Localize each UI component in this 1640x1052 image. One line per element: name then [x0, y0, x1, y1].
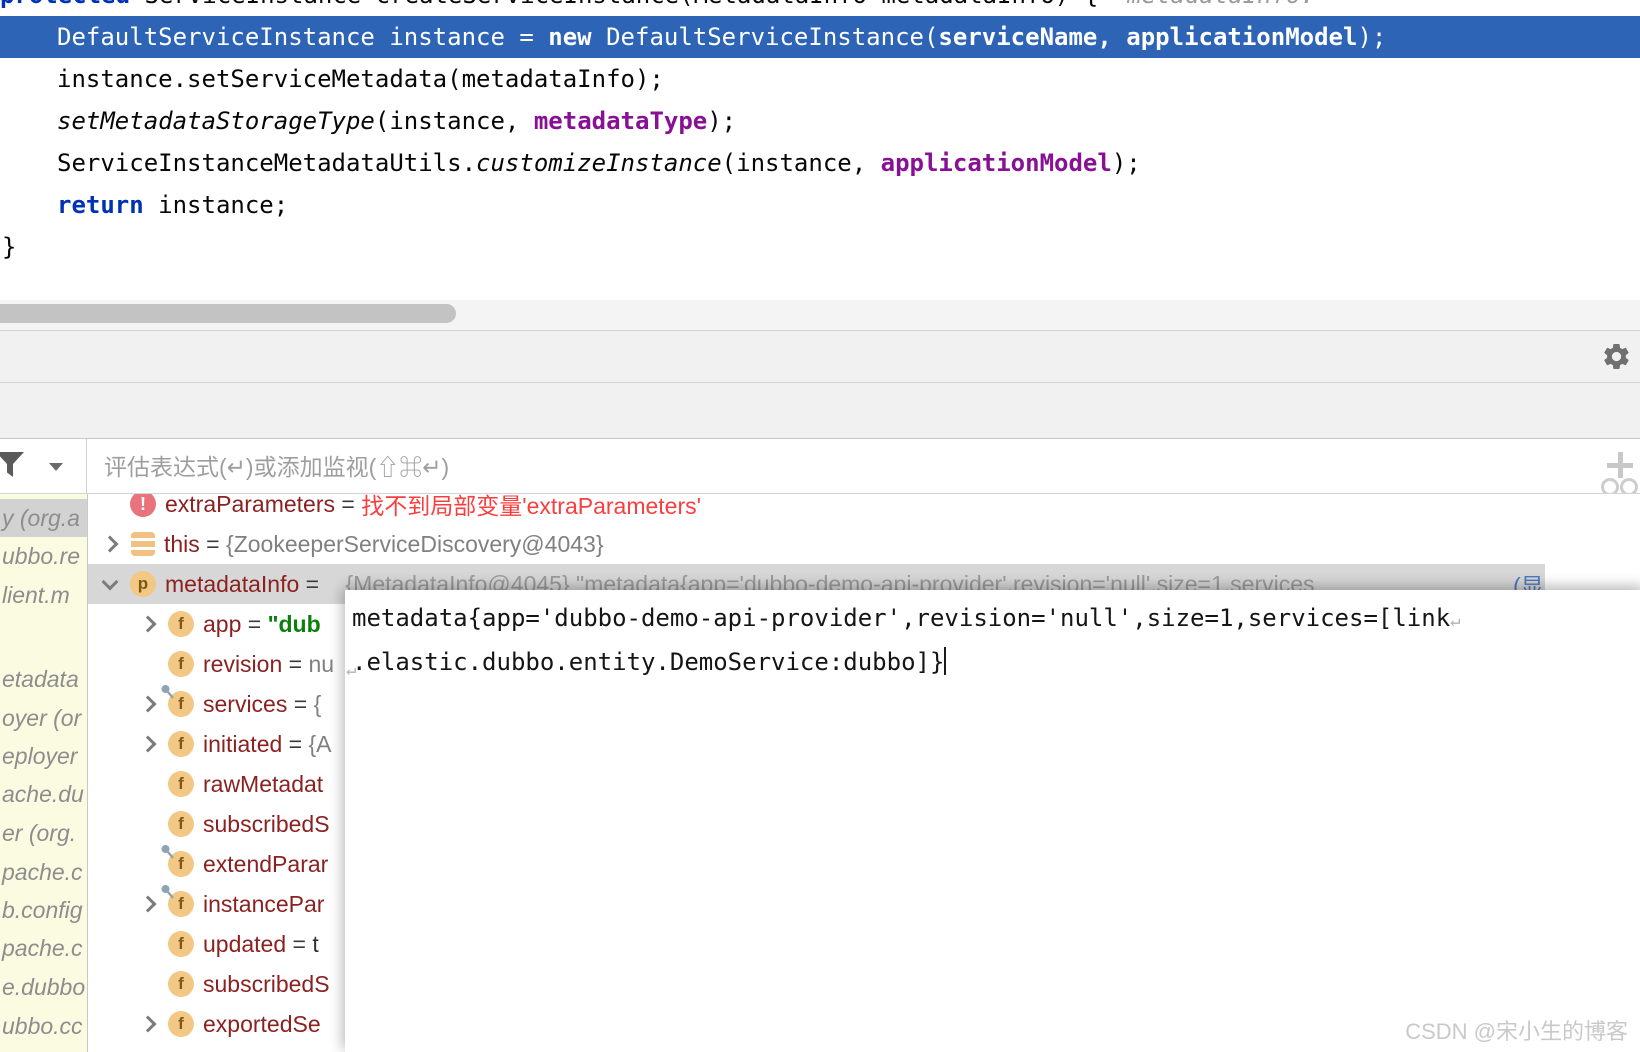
- debugger-toolbar: [0, 331, 1640, 383]
- code-editor[interactable]: protected ServiceInstance createServiceI…: [0, 0, 1640, 300]
- chevron-right-icon[interactable]: [136, 1012, 160, 1036]
- variable-value: nu: [308, 651, 334, 678]
- this-object-icon: [131, 532, 155, 556]
- variable-value: {A: [309, 731, 332, 758]
- field-icon-pinned: f: [168, 891, 194, 917]
- chevron-right-icon[interactable]: [136, 692, 160, 716]
- chevron-placeholder: [136, 772, 160, 796]
- divider: [86, 439, 87, 493]
- soft-wrap-icon: ↵: [1450, 611, 1460, 631]
- chevron-right-icon[interactable]: [136, 732, 160, 756]
- code-line: ServiceInstanceMetadataUtils.customizeIn…: [0, 142, 1640, 184]
- frame-item[interactable]: oyer (or: [2, 704, 81, 732]
- code-line: setMetadataStorageType(instance, metadat…: [0, 100, 1640, 142]
- code-line: instance.setServiceMetadata(metadataInfo…: [0, 58, 1640, 100]
- field-icon: f: [168, 611, 194, 637]
- tree-row-this[interactable]: this = {ZookeeperServiceDiscovery@4043}: [88, 524, 1640, 564]
- popup-text-line: metadata{app='dubbo-demo-api-provider',r…: [352, 598, 1640, 642]
- variable-value: 找不到局部变量'extraParameters': [361, 494, 701, 521]
- inline-parameter-hint: metadataInfo:: [1127, 0, 1315, 9]
- popup-text-line: .elastic.dubbo.entity.DemoService:dubbo]…: [352, 642, 1640, 683]
- chevron-placeholder: [136, 972, 160, 996]
- chevron-placeholder: [136, 812, 160, 836]
- frame-item[interactable]: ubbo.re: [2, 542, 80, 570]
- frames-panel: y (org.a ubbo.re lient.m etadata oyer (o…: [0, 494, 88, 1052]
- frame-item[interactable]: ubbo.cc: [2, 1012, 83, 1040]
- value-editor-popup[interactable]: ↵ metadata{app='dubbo-demo-api-provider'…: [345, 590, 1640, 1052]
- settings-gear-icon[interactable]: [1601, 341, 1632, 372]
- add-watch-plus-icon[interactable]: [1607, 452, 1633, 478]
- pin-icon: [160, 684, 175, 699]
- property-icon: p: [130, 571, 156, 597]
- frame-item[interactable]: pache.c: [2, 858, 83, 886]
- frame-item[interactable]: lient.m: [2, 581, 70, 609]
- field-icon: f: [168, 771, 194, 797]
- filter-icon[interactable]: [0, 450, 26, 480]
- chevron-right-icon[interactable]: [136, 892, 160, 916]
- pin-icon: [160, 844, 175, 859]
- frame-item[interactable]: b.config: [2, 896, 83, 924]
- field-icon: f: [168, 971, 194, 997]
- execution-line-highlight: DefaultServiceInstance instance = new De…: [0, 16, 1640, 58]
- frame-item[interactable]: eployer: [2, 742, 77, 770]
- text-cursor: [944, 647, 946, 675]
- evaluate-expression-input[interactable]: 评估表达式(↵)或添加监视(⇧⌘↵): [104, 439, 449, 493]
- chevron-placeholder: [136, 852, 160, 876]
- field-icon-pinned: f: [168, 691, 194, 717]
- error-icon: !: [130, 494, 156, 517]
- code-line-signature: protected ServiceInstance createServiceI…: [0, 0, 1640, 16]
- frame-item[interactable]: y (org.a: [2, 504, 80, 532]
- debugger-toolbar-secondary: [0, 383, 1640, 439]
- horizontal-scrollbar[interactable]: [0, 300, 1640, 331]
- watermark: CSDN @宋小生的博客: [1405, 1014, 1628, 1046]
- frame-item[interactable]: er (org.: [2, 819, 76, 847]
- tree-row-extraParameters[interactable]: ! extraParameters = 找不到局部变量'extraParamet…: [88, 494, 1640, 524]
- field-icon-pinned: f: [168, 851, 194, 877]
- frame-item[interactable]: ache.du: [2, 780, 84, 808]
- variable-value: {: [314, 691, 322, 718]
- watches-glasses-icon[interactable]: [1601, 478, 1640, 494]
- chevron-down-icon[interactable]: [49, 463, 63, 471]
- field-icon: f: [168, 731, 194, 757]
- scrollbar-thumb[interactable]: [0, 304, 456, 323]
- field-icon: f: [168, 931, 194, 957]
- variable-value: "dub: [268, 611, 321, 638]
- chevron-down-icon[interactable]: [98, 572, 122, 596]
- variable-value: {ZookeeperServiceDiscovery@4043}: [226, 531, 604, 558]
- pin-icon: [160, 884, 175, 899]
- code-line: }: [0, 226, 1640, 268]
- chevron-placeholder: [98, 494, 122, 516]
- chevron-placeholder: [136, 932, 160, 956]
- variable-value: t: [312, 931, 318, 958]
- field-icon: f: [168, 651, 194, 677]
- soft-wrap-icon: ↵: [346, 650, 356, 691]
- frame-item[interactable]: e.dubbo: [2, 973, 85, 1001]
- watch-bar: 评估表达式(↵)或添加监视(⇧⌘↵): [0, 439, 1640, 494]
- chevron-right-icon[interactable]: [136, 612, 160, 636]
- code-line: return instance;: [0, 184, 1640, 226]
- chevron-right-icon[interactable]: [98, 532, 122, 556]
- frame-item[interactable]: etadata: [2, 665, 79, 693]
- ide-debugger-window: protected ServiceInstance createServiceI…: [0, 0, 1640, 1052]
- chevron-placeholder: [136, 652, 160, 676]
- field-icon: f: [168, 811, 194, 837]
- frame-item[interactable]: pache.c: [2, 934, 83, 962]
- field-icon: f: [168, 1011, 194, 1037]
